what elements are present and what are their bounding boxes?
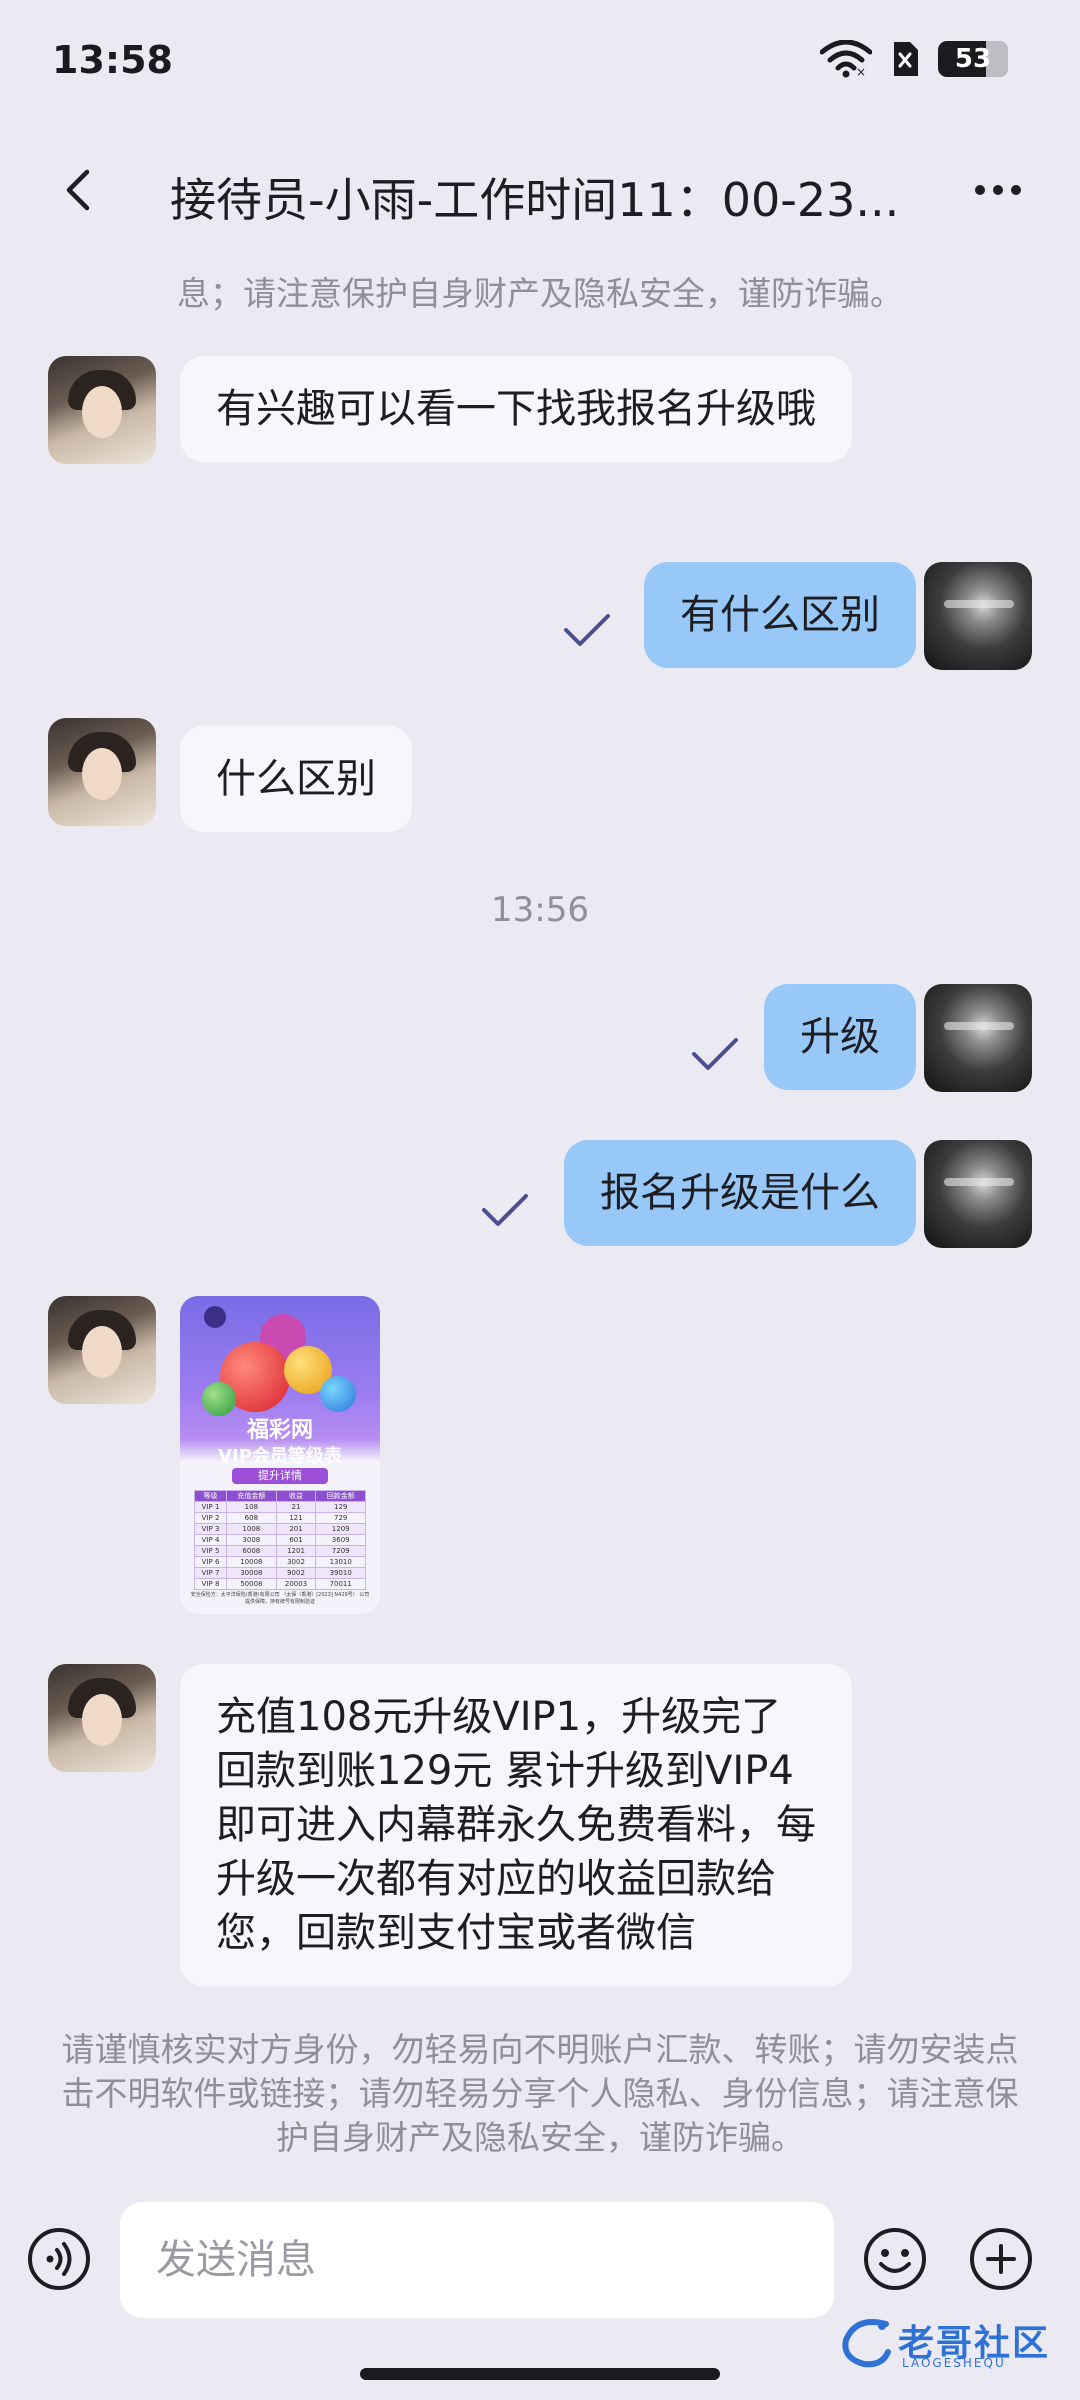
vip-table-row: VIP 3 1008 201 1209 bbox=[193, 1523, 366, 1535]
security-notice-top: 息；请注意保护自身财产及隐私安全，谨防诈骗。 bbox=[177, 274, 903, 313]
voice-icon[interactable] bbox=[26, 2226, 92, 2292]
wifi-icon: × bbox=[820, 40, 872, 78]
vip-table-row: VIP 4 3008 601 3609 bbox=[193, 1534, 366, 1546]
no-sim-icon bbox=[894, 42, 918, 76]
home-indicator[interactable] bbox=[360, 2368, 720, 2380]
agent-avatar[interactable] bbox=[48, 1664, 156, 1772]
vip-table-row: VIP 2 608 121 729 bbox=[193, 1512, 366, 1524]
time-separator: 13:56 bbox=[491, 890, 589, 930]
vip-table-header: 充值金额 bbox=[226, 1490, 277, 1502]
vip-table-row: VIP 8 50008 20003 70011 bbox=[193, 1578, 366, 1590]
vip-table-header: 等级 bbox=[193, 1490, 228, 1502]
agent-avatar[interactable] bbox=[48, 356, 156, 464]
read-check-icon bbox=[692, 1038, 738, 1070]
vip-table-row: VIP 1 108 21 129 bbox=[193, 1501, 366, 1513]
chat-title: 接待员-小雨-工作时间11：00-23... bbox=[170, 173, 900, 227]
message-bubble-out[interactable]: 有什么区别 bbox=[644, 562, 916, 668]
plus-icon[interactable] bbox=[968, 2226, 1034, 2292]
more-button[interactable] bbox=[966, 162, 1030, 218]
message-bubble-in[interactable]: 有兴趣可以看一下找我报名升级哦 bbox=[180, 356, 852, 462]
vip-table: 等级 充值金额 收益 回款金额 VIP 1 108 21 129 VIP 2 608 12… bbox=[193, 1490, 366, 1590]
status-bar: 13:58 × 53 bbox=[0, 0, 1080, 120]
user-avatar[interactable] bbox=[924, 984, 1032, 1092]
vip-table-row: VIP 6 10008 3002 13010 bbox=[193, 1556, 366, 1568]
message-bubble-out[interactable]: 升级 bbox=[764, 984, 916, 1090]
agent-avatar[interactable] bbox=[48, 1296, 156, 1404]
more-dots-icon bbox=[975, 185, 1021, 195]
dragon-logo-icon bbox=[842, 2319, 891, 2368]
image-title: 福彩网 bbox=[246, 1418, 313, 1443]
read-check-icon bbox=[482, 1194, 528, 1226]
status-icons: × 53 bbox=[820, 40, 1008, 78]
status-time: 13:58 bbox=[52, 38, 173, 82]
agent-avatar[interactable] bbox=[48, 718, 156, 826]
user-avatar[interactable] bbox=[924, 1140, 1032, 1248]
watermark-subtext: LAOGESHEQU bbox=[902, 2356, 1006, 2370]
vip-table-header: 收益 bbox=[275, 1490, 317, 1502]
svg-text:×: × bbox=[856, 65, 866, 78]
vip-level-image[interactable]: 福彩网 VIP会员等级表 提升详情 等级 充值金额 收益 回款金额 VIP 11… bbox=[180, 1296, 380, 1614]
security-notice-bottom: 请谨慎核实对方身份，勿轻易向不明账户汇款、转账；请勿安装点击不明软件或链接；请勿… bbox=[61, 2030, 1019, 2157]
watermark-logo: 老哥社区 LAOGESHEQU bbox=[836, 2310, 1072, 2376]
image-tag: 提升详情 bbox=[232, 1468, 328, 1484]
message-bubble-in[interactable]: 充值108元升级VIP1，升级完了回款到账129元 累计升级到VIP4即可进入内… bbox=[180, 1664, 852, 1986]
vip-table-row: VIP 5 6008 1201 7209 bbox=[193, 1545, 366, 1557]
image-subtitle: VIP会员等级表 bbox=[218, 1446, 342, 1467]
input-bar bbox=[0, 2196, 1080, 2326]
message-input[interactable] bbox=[120, 2202, 834, 2318]
battery-level: 53 bbox=[954, 44, 992, 74]
vip-table-header: 回款金额 bbox=[315, 1490, 366, 1502]
vip-table-row: VIP 7 30008 9002 39010 bbox=[193, 1567, 366, 1579]
message-bubble-in[interactable]: 什么区别 bbox=[180, 726, 412, 832]
image-footer: 安全保险方：太平洋保险(香港)有限公司 （太保（香港）[2023] N429号）… bbox=[190, 1592, 370, 1605]
user-avatar[interactable] bbox=[924, 562, 1032, 670]
chat-header: 接待员-小雨-工作时间11：00-23... bbox=[0, 140, 1080, 240]
emoji-icon[interactable] bbox=[862, 2226, 928, 2292]
battery-icon: 53 bbox=[938, 41, 1008, 77]
chevron-left-icon bbox=[66, 169, 90, 211]
message-bubble-out[interactable]: 报名升级是什么 bbox=[564, 1140, 916, 1246]
back-button[interactable] bbox=[50, 162, 106, 218]
read-check-icon bbox=[564, 614, 610, 646]
